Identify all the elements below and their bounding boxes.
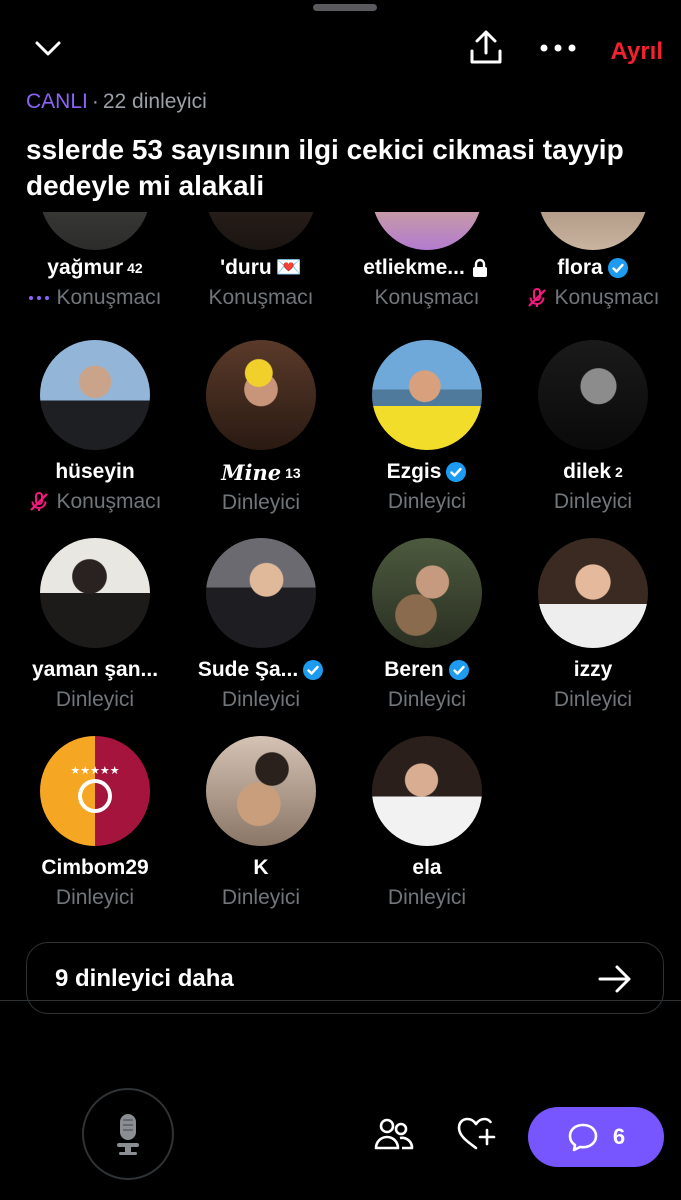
dots-icon — [29, 296, 50, 300]
participant-cell[interactable]: Ezgis Dinleyici — [344, 340, 510, 514]
live-status: CANLI · 22 dinleyici — [26, 90, 207, 114]
participant-cell[interactable]: ela Dinleyici — [344, 736, 510, 910]
chat-button[interactable]: 6 — [528, 1107, 664, 1167]
divider — [0, 1000, 681, 1001]
chat-count: 6 — [612, 1124, 626, 1149]
verified-icon — [446, 462, 467, 482]
participant-role: Dinleyici — [221, 886, 301, 909]
lock-icon — [472, 258, 487, 277]
verified-icon — [607, 258, 628, 278]
avatar[interactable] — [372, 212, 482, 250]
avatar — [40, 340, 150, 450]
svg-text:★★★★★: ★★★★★ — [70, 765, 119, 777]
mic-off-icon — [528, 288, 547, 307]
participant-role: Dinleyici — [553, 688, 633, 711]
participant-role: Dinleyici — [553, 490, 633, 513]
participant-role: Konuşmacı — [374, 286, 480, 309]
more-listeners-button[interactable]: 9 dinleyici daha — [26, 942, 664, 1014]
name-superscript: 13 — [285, 464, 301, 481]
people-icon[interactable] — [374, 1116, 414, 1152]
chat-bubble-icon — [568, 1123, 598, 1152]
verified-icon — [448, 660, 469, 680]
participant-name: hüseyin — [55, 460, 135, 483]
share-icon[interactable] — [466, 28, 506, 68]
listener-count: 22 dinleyici — [102, 90, 207, 113]
participant-name: etliekme... — [363, 256, 465, 279]
avatar — [372, 340, 482, 450]
top-bar: Ayrıl — [0, 22, 681, 78]
microphone-icon — [117, 1114, 139, 1155]
avatar[interactable] — [206, 212, 316, 250]
participant-role: Konuşmacı — [56, 490, 162, 513]
speaker-cell[interactable]: yağmur 42 Konuşmacı — [12, 256, 178, 310]
avatar — [538, 340, 648, 450]
participant-name: yaman şan... — [31, 658, 159, 681]
live-label: CANLI — [26, 90, 88, 113]
participant-cell[interactable]: hüseyin Konuşmacı — [12, 340, 178, 514]
chevron-down-icon[interactable] — [30, 34, 66, 64]
name-superscript: 42 — [127, 260, 143, 276]
participant-name: ela — [412, 856, 442, 879]
participant-name: yağmur — [47, 256, 124, 279]
participant-name: Ezgis — [386, 460, 442, 483]
participant-role: Dinleyici — [387, 886, 467, 909]
participant-name: Cimbom29 — [41, 856, 149, 879]
participant-role: Dinleyici — [55, 688, 135, 711]
participant-role: Dinleyici — [221, 491, 301, 514]
participant-name: Beren — [384, 658, 444, 681]
participant-role: Konuşmacı — [56, 286, 162, 309]
speaker-cell[interactable]: 'duru 💌 Konuşmacı — [178, 256, 344, 310]
avatar — [206, 340, 316, 450]
participant-cell[interactable]: izzy Dinleyici — [510, 538, 676, 712]
participant-role: Konuşmacı — [554, 286, 660, 309]
participant-role: Konuşmacı — [208, 286, 314, 309]
name-emoji: 💌 — [275, 256, 302, 279]
participant-name: Mine — [221, 460, 282, 485]
arrow-right-icon — [598, 965, 631, 993]
leave-button[interactable]: Ayrıl — [611, 38, 663, 66]
participant-cell[interactable]: ★★★★★ Cimbom29 Dinleyici — [12, 736, 178, 910]
speaker-cell[interactable]: etliekme... Konuşmacı — [344, 256, 510, 310]
space-title: sslerde 53 sayısının ilgi cekici cikmasi… — [26, 134, 624, 201]
avatar — [372, 538, 482, 648]
participant-cell[interactable]: Beren Dinleyici — [344, 538, 510, 712]
more-listeners-label: 9 dinleyici daha — [55, 965, 234, 992]
participant-name: izzy — [573, 658, 613, 681]
galatasaray-logo-icon: ★★★★★ — [70, 765, 120, 813]
partial-speaker-row: yağmur 42 Konuşmacı 'duru 💌 Konuşmacı etli… — [0, 212, 681, 322]
participant-name: dilek — [563, 460, 612, 483]
participant-cell[interactable]: K Dinleyici — [178, 736, 344, 910]
avatar — [206, 538, 316, 648]
sheet-grabber[interactable] — [313, 4, 377, 11]
participant-cell[interactable]: dilek 2 Dinleyici — [510, 340, 676, 514]
participant-cell[interactable]: Sude Şa... Dinleyici — [178, 538, 344, 712]
participant-role: Dinleyici — [221, 688, 301, 711]
avatar — [40, 538, 150, 648]
avatar — [538, 538, 648, 648]
avatar: ★★★★★ — [40, 736, 150, 846]
participant-role: Dinleyici — [387, 688, 467, 711]
participant-name: Sude Şa... — [197, 658, 299, 681]
separator: · — [91, 90, 99, 113]
participant-role: Dinleyici — [55, 886, 135, 909]
more-options-icon[interactable] — [536, 32, 580, 64]
heart-plus-icon[interactable] — [456, 1116, 496, 1152]
avatar — [206, 736, 316, 846]
participant-name: K — [253, 856, 269, 879]
participant-cell[interactable]: yaman şan... Dinleyici — [12, 538, 178, 712]
participant-role: Dinleyici — [387, 490, 467, 513]
participant-name: 'duru — [220, 256, 272, 279]
microphone-button[interactable] — [82, 1088, 174, 1180]
mic-off-icon — [30, 492, 49, 511]
participant-cell[interactable]: Mine 13 Dinleyici — [178, 340, 344, 515]
avatar[interactable] — [538, 212, 648, 250]
avatar — [372, 736, 482, 846]
participant-name: flora — [557, 256, 603, 279]
name-superscript: 2 — [615, 464, 623, 480]
speaker-cell[interactable]: flora Konuşmacı — [510, 256, 676, 310]
avatar[interactable] — [40, 212, 150, 250]
verified-icon — [303, 660, 324, 680]
participants-grid: yağmur 42 Konuşmacı 'duru 💌 Konuşmacı etli… — [0, 212, 681, 1002]
